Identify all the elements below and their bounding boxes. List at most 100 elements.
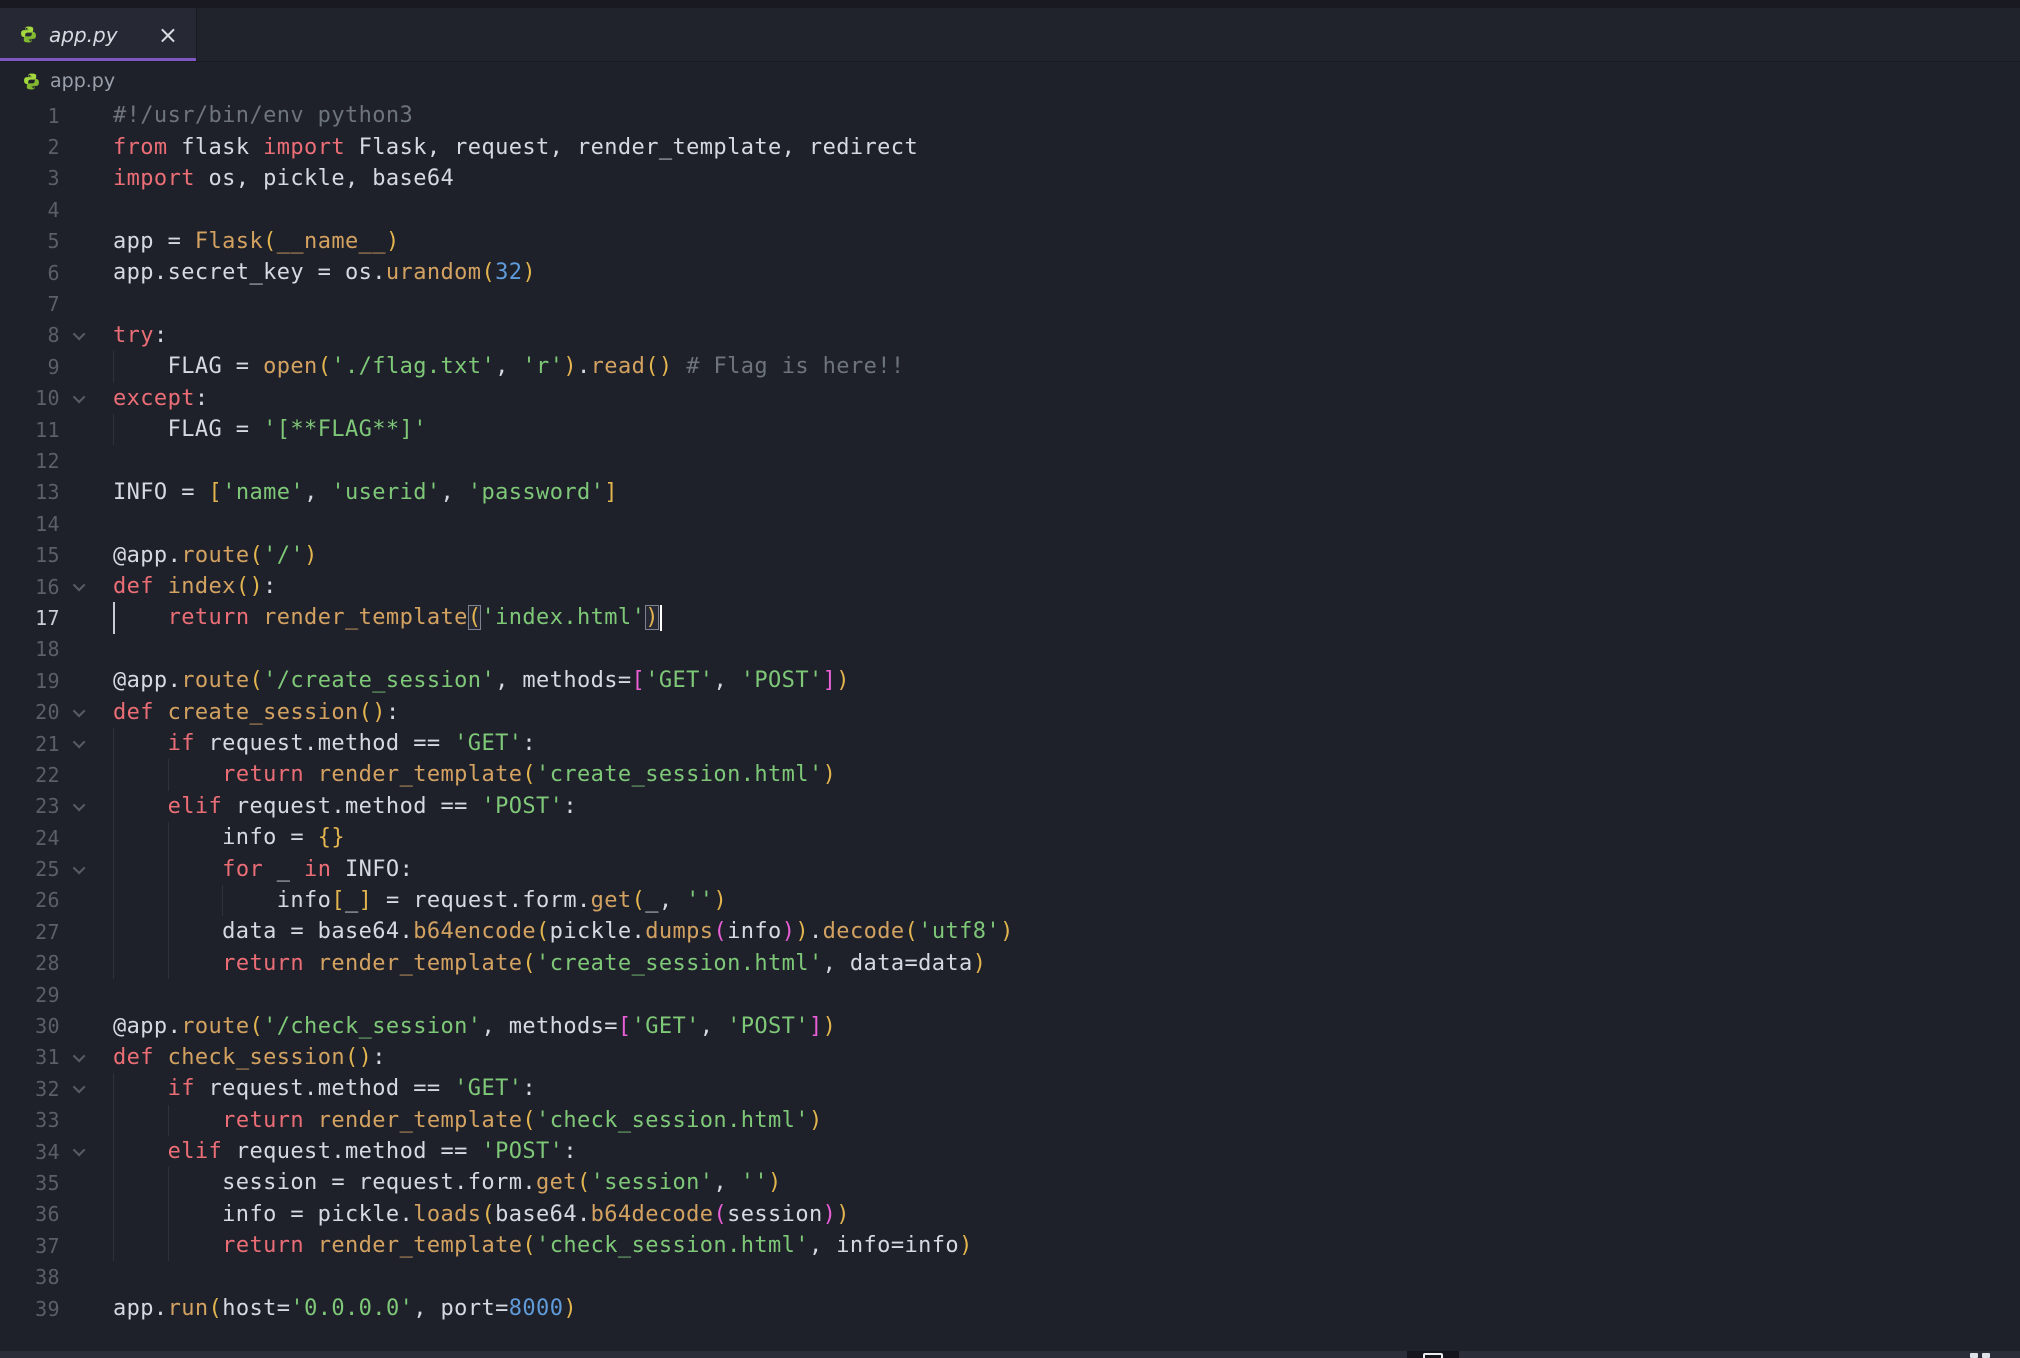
line-number[interactable]: 39 xyxy=(0,1297,60,1321)
code-content[interactable]: FLAG = '[**FLAG**]' xyxy=(113,414,2020,445)
code-line[interactable]: 26 info[_] = request.form.get(_, '') xyxy=(0,885,2020,916)
grip-icon[interactable] xyxy=(1970,1353,1992,1358)
code-line[interactable]: 4 xyxy=(0,194,2020,225)
tab-app-py[interactable]: app.py × xyxy=(0,8,197,61)
gutter[interactable]: 3 xyxy=(0,163,113,194)
code-line[interactable]: 3 import os, pickle, base64 xyxy=(0,163,2020,194)
gutter[interactable]: 38 xyxy=(0,1261,113,1292)
code-line[interactable]: 25 for _ in INFO: xyxy=(0,853,2020,884)
line-number[interactable]: 11 xyxy=(0,418,60,442)
gutter[interactable]: 12 xyxy=(0,445,113,476)
code-content[interactable]: import os, pickle, base64 xyxy=(113,163,2020,194)
code-content[interactable]: return render_template('create_session.h… xyxy=(113,759,2020,790)
gutter[interactable]: 11 xyxy=(0,414,113,445)
line-number[interactable]: 13 xyxy=(0,480,60,504)
code-content[interactable] xyxy=(113,194,2020,225)
code-line[interactable]: 28 return render_template('create_sessio… xyxy=(0,948,2020,979)
code-line[interactable]: 31def check_session(): xyxy=(0,1042,2020,1073)
line-number[interactable]: 4 xyxy=(0,198,60,222)
code-content[interactable]: #!/usr/bin/env python3 xyxy=(113,100,2020,131)
gutter[interactable]: 28 xyxy=(0,948,113,979)
line-number[interactable]: 34 xyxy=(0,1140,60,1164)
code-content[interactable]: def create_session(): xyxy=(113,696,2020,727)
gutter[interactable]: 31 xyxy=(0,1042,113,1073)
code-content[interactable]: app.run(host='0.0.0.0', port=8000) xyxy=(113,1293,2020,1324)
close-icon[interactable]: × xyxy=(154,23,182,47)
code-line[interactable]: 5 app = Flask(__name__) xyxy=(0,226,2020,257)
fold-chevron-icon[interactable] xyxy=(60,1073,100,1104)
code-line[interactable]: 14 xyxy=(0,508,2020,539)
gutter[interactable]: 4 xyxy=(0,194,113,225)
gutter[interactable]: 6 xyxy=(0,257,113,288)
code-content[interactable]: def index(): xyxy=(113,571,2020,602)
code-content[interactable]: elif request.method == 'POST': xyxy=(113,791,2020,822)
gutter[interactable]: 22 xyxy=(0,759,113,790)
fold-chevron-icon[interactable] xyxy=(60,571,100,602)
code-content[interactable]: return render_template('check_session.ht… xyxy=(113,1105,2020,1136)
code-content[interactable]: try: xyxy=(113,320,2020,351)
code-content[interactable] xyxy=(113,508,2020,539)
gutter[interactable]: 25 xyxy=(0,853,113,884)
gutter[interactable]: 27 xyxy=(0,916,113,947)
code-content[interactable] xyxy=(113,445,2020,476)
code-line[interactable]: 32 if request.method == 'GET': xyxy=(0,1073,2020,1104)
fold-chevron-icon[interactable] xyxy=(60,791,100,822)
line-number[interactable]: 8 xyxy=(0,323,60,347)
fold-chevron-icon[interactable] xyxy=(60,383,100,414)
code-line[interactable]: 23 elif request.method == 'POST': xyxy=(0,791,2020,822)
gutter[interactable]: 16 xyxy=(0,571,113,602)
gutter[interactable]: 32 xyxy=(0,1073,113,1104)
code-content[interactable]: return render_template('index.html') xyxy=(113,602,2020,633)
gutter[interactable]: 2 xyxy=(0,131,113,162)
code-content[interactable]: for _ in INFO: xyxy=(113,853,2020,884)
code-line[interactable]: 22 return render_template('create_sessio… xyxy=(0,759,2020,790)
fold-chevron-icon[interactable] xyxy=(60,696,100,727)
gutter[interactable]: 20 xyxy=(0,696,113,727)
line-number[interactable]: 38 xyxy=(0,1265,60,1289)
line-number[interactable]: 20 xyxy=(0,700,60,724)
code-content[interactable]: except: xyxy=(113,383,2020,414)
gutter[interactable]: 33 xyxy=(0,1105,113,1136)
code-content[interactable]: FLAG = open('./flag.txt', 'r').read() # … xyxy=(113,351,2020,382)
code-content[interactable]: info = {} xyxy=(113,822,2020,853)
gutter[interactable]: 35 xyxy=(0,1167,113,1198)
fold-chevron-icon[interactable] xyxy=(60,1136,100,1167)
line-number[interactable]: 3 xyxy=(0,166,60,190)
gutter[interactable]: 10 xyxy=(0,383,113,414)
line-number[interactable]: 25 xyxy=(0,857,60,881)
code-content[interactable]: if request.method == 'GET': xyxy=(113,728,2020,759)
code-line[interactable]: 2from flask import Flask, request, rende… xyxy=(0,131,2020,162)
line-number[interactable]: 18 xyxy=(0,637,60,661)
fold-chevron-icon[interactable] xyxy=(60,320,100,351)
gutter[interactable]: 13 xyxy=(0,477,113,508)
code-editor[interactable]: 1#!/usr/bin/env python32from flask impor… xyxy=(0,100,2020,1350)
code-line[interactable]: 39 app.run(host='0.0.0.0', port=8000) xyxy=(0,1293,2020,1324)
code-content[interactable]: app = Flask(__name__) xyxy=(113,226,2020,257)
gutter[interactable]: 23 xyxy=(0,791,113,822)
gutter[interactable]: 7 xyxy=(0,288,113,319)
code-content[interactable]: data = base64.b64encode(pickle.dumps(inf… xyxy=(113,916,2020,947)
code-line[interactable]: 35 session = request.form.get('session',… xyxy=(0,1167,2020,1198)
code-line[interactable]: 11 FLAG = '[**FLAG**]' xyxy=(0,414,2020,445)
code-line[interactable]: 15@app.route('/') xyxy=(0,539,2020,570)
line-number[interactable]: 33 xyxy=(0,1108,60,1132)
code-line[interactable]: 29 xyxy=(0,979,2020,1010)
line-number[interactable]: 27 xyxy=(0,920,60,944)
gutter[interactable]: 37 xyxy=(0,1230,113,1261)
line-number[interactable]: 7 xyxy=(0,292,60,316)
gutter[interactable]: 1 xyxy=(0,100,113,131)
line-number[interactable]: 17 xyxy=(0,606,60,630)
gutter[interactable]: 26 xyxy=(0,885,113,916)
code-content[interactable] xyxy=(113,1261,2020,1292)
line-number[interactable]: 35 xyxy=(0,1171,60,1195)
code-content[interactable] xyxy=(113,634,2020,665)
line-number[interactable]: 28 xyxy=(0,951,60,975)
line-number[interactable]: 32 xyxy=(0,1077,60,1101)
line-number[interactable]: 5 xyxy=(0,229,60,253)
code-content[interactable]: return render_template('check_session.ht… xyxy=(113,1230,2020,1261)
line-number[interactable]: 31 xyxy=(0,1045,60,1069)
breadcrumb-item-app-py[interactable]: app.py xyxy=(23,70,115,92)
code-content[interactable]: @app.route('/') xyxy=(113,539,2020,570)
gutter[interactable]: 15 xyxy=(0,539,113,570)
code-line[interactable]: 24 info = {} xyxy=(0,822,2020,853)
